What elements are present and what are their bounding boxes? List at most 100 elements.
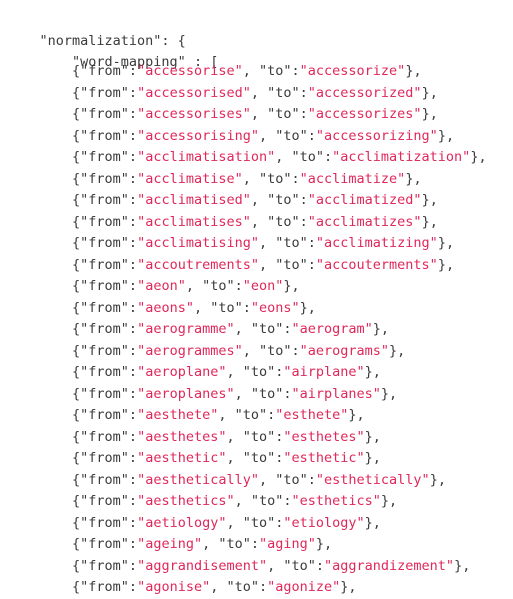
entry-from-value: "aeroplanes" <box>137 385 235 402</box>
entry-to-key: , "to": <box>202 536 259 552</box>
entry-indent <box>7 493 72 509</box>
entry-open-from-key: {"from": <box>72 256 138 273</box>
entry-open-from-key: {"from": <box>72 450 138 466</box>
entry-close: }, <box>283 278 300 294</box>
entry-from-value: "aeroplane" <box>137 364 227 380</box>
entry-from-value: "aetiology" <box>137 514 227 531</box>
entry-indent <box>7 321 72 337</box>
entry-to-value: "esthetic" <box>283 450 365 466</box>
entry-close: }, <box>429 471 446 488</box>
entry-from-value: "acclimatises" <box>137 213 251 230</box>
entry-indent <box>7 278 72 294</box>
entry-from-value: "accoutrements" <box>137 256 259 273</box>
entry-to-key: , "to": <box>234 385 292 402</box>
entry-to-key: , "to": <box>234 493 292 509</box>
entry-open-from-key: {"from": <box>72 579 138 595</box>
entry-close: }, <box>421 213 438 230</box>
entry-to-value: "airplane" <box>283 364 365 380</box>
entry-indent <box>7 472 72 488</box>
entry-to-value: "etiology" <box>283 514 365 531</box>
code-line-entry: {"from":"acclimatise", "to":"acclimatize… <box>0 169 513 191</box>
code-viewer[interactable]: "normalization": { "word-mapping" : [ {"… <box>0 9 513 595</box>
entry-indent <box>7 235 72 251</box>
entry-close: }, <box>437 235 455 251</box>
entry-indent <box>7 536 72 552</box>
entry-close: }, <box>380 385 398 402</box>
code-line-entry: {"from":"aesthetics", "to":"esthetics"}, <box>0 491 513 513</box>
entry-close: }, <box>421 84 438 101</box>
entry-from-value: "accessorise" <box>137 63 243 79</box>
entry-open-from-key: {"from": <box>72 471 138 488</box>
entry-to-key: , "to": <box>242 170 300 187</box>
entry-indent <box>7 429 72 445</box>
code-line-entry: {"from":"acclimatisation", "to":"acclima… <box>0 147 513 169</box>
entry-close: }, <box>364 514 381 531</box>
entry-to-value: "esthete" <box>275 407 349 423</box>
entry-close: }, <box>454 557 471 574</box>
entry-open-from-key: {"from": <box>72 299 138 316</box>
code-line-entry: {"from":"aeon", "to":"eon"}, <box>0 276 513 298</box>
entry-open-from-key: {"from": <box>72 536 138 552</box>
entry-to-value: "acclimatization" <box>332 149 471 165</box>
entry-from-value: "accessorising" <box>137 127 259 144</box>
entry-to-key: , "to": <box>258 256 316 273</box>
code-line-entry: {"from":"aesthetically", "to":"esthetica… <box>0 470 513 492</box>
entry-close: }, <box>421 192 438 208</box>
entry-from-value: "acclimatise" <box>137 170 243 187</box>
entry-close: }, <box>340 579 357 595</box>
entry-close: }, <box>364 364 381 380</box>
entry-indent <box>7 63 72 79</box>
entry-to-value: "acclimatizes" <box>307 213 422 230</box>
entry-open-from-key: {"from": <box>72 342 138 359</box>
entry-close: }, <box>299 299 316 316</box>
entry-to-value: "aerogram" <box>291 321 373 337</box>
entry-indent <box>7 515 72 531</box>
entry-to-key: , "to": <box>234 321 292 337</box>
entry-indent <box>7 128 72 144</box>
entry-indent <box>7 343 72 359</box>
entry-to-key: , "to": <box>226 514 284 531</box>
entry-to-value: "aging" <box>259 536 316 552</box>
code-line-entry: {"from":"aeroplanes", "to":"airplanes"}, <box>0 384 513 406</box>
entry-to-key: , "to": <box>185 278 243 294</box>
entry-close: }, <box>364 450 381 466</box>
code-line-entry: {"from":"agonise", "to":"agonize"}, <box>0 577 513 599</box>
entry-from-value: "aerogramme" <box>137 321 235 337</box>
entry-close: }, <box>364 428 381 445</box>
entry-open-from-key: {"from": <box>72 364 138 380</box>
code-line-entry: {"from":"accoutrements", "to":"accouterm… <box>0 255 513 277</box>
entry-to-value: "esthetics" <box>291 493 381 509</box>
entry-to-key: , "to": <box>258 127 316 144</box>
json-key-normalization: "normalization": { <box>39 32 186 49</box>
entry-from-value: "ageing" <box>137 536 203 552</box>
entry-indent <box>7 579 72 595</box>
entry-open-from-key: {"from": <box>72 84 138 101</box>
entry-from-value: "accessorised" <box>137 84 251 101</box>
entry-indent <box>7 558 72 574</box>
entry-to-key: , "to": <box>267 557 325 574</box>
entry-close: }, <box>470 149 487 165</box>
entry-to-value: "acclimatize" <box>299 170 406 187</box>
entry-indent <box>7 214 72 230</box>
entry-to-key: , "to": <box>242 342 300 359</box>
entry-to-value: "eon" <box>242 278 284 294</box>
entry-from-value: "acclimatised" <box>137 192 251 208</box>
entry-to-value: "agonize" <box>267 579 341 595</box>
entry-open-from-key: {"from": <box>72 407 138 423</box>
entry-open-from-key: {"from": <box>72 557 138 574</box>
code-line-entry: {"from":"aetiology", "to":"etiology"}, <box>0 513 513 535</box>
entry-open-from-key: {"from": <box>72 428 138 445</box>
entry-close: }, <box>389 342 406 359</box>
code-line-entry: {"from":"accessorise", "to":"accessorize… <box>0 61 513 83</box>
entry-close: }, <box>348 407 365 423</box>
entry-to-value: "aggrandizement" <box>324 557 455 574</box>
entry-to-key: , "to": <box>250 192 308 208</box>
entry-close: }, <box>380 493 398 509</box>
entry-from-value: "aeons" <box>137 299 194 316</box>
entry-to-key: , "to": <box>250 84 308 101</box>
entry-from-value: "acclimatisation" <box>137 149 276 165</box>
entry-from-value: "aerogrammes" <box>137 342 243 359</box>
entry-open-from-key: {"from": <box>72 170 138 187</box>
entry-close: }, <box>405 170 422 187</box>
code-line-entry: {"from":"acclimatising", "to":"acclimati… <box>0 233 513 255</box>
